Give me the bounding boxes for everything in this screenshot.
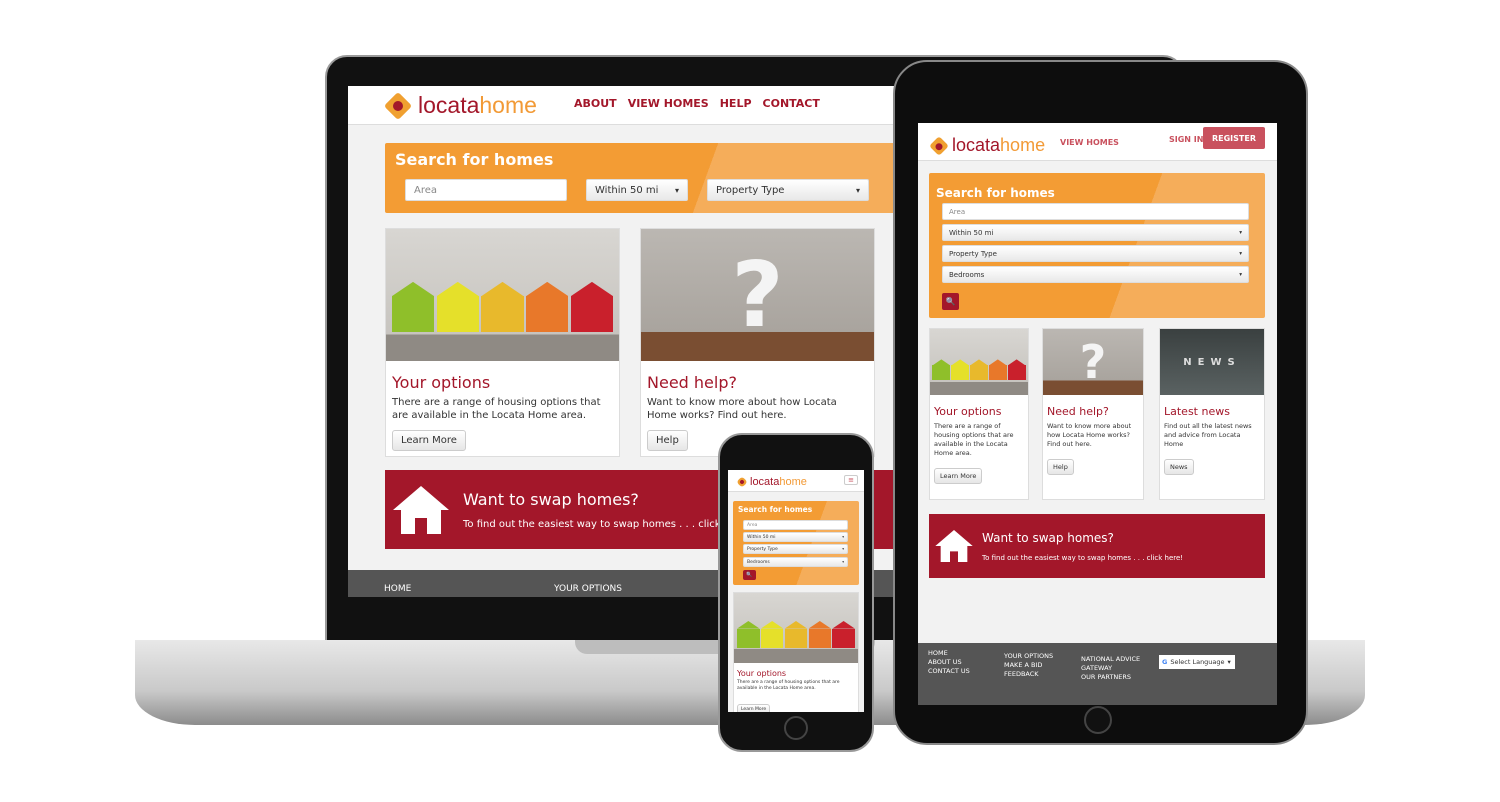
card-title: Need help?	[1047, 405, 1109, 418]
help-button[interactable]: Help	[647, 430, 688, 451]
area-input[interactable]: Area	[405, 179, 567, 201]
search-title: Search for homes	[936, 186, 1055, 200]
card-text: Want to know more about how Locata Home …	[1047, 422, 1132, 448]
footer-link[interactable]: NATIONAL ADVICE	[1081, 655, 1140, 664]
logo[interactable]: locatahome	[929, 135, 1045, 156]
footer-link[interactable]: HOME	[928, 649, 970, 658]
chevron-down-icon: ▾	[1227, 657, 1231, 666]
card-your-options: Your options There are a range of housin…	[929, 328, 1029, 500]
area-input[interactable]: Area	[942, 203, 1249, 220]
google-icon: G	[1162, 657, 1168, 666]
card-title: Your options	[934, 405, 1002, 418]
site-header: locatahome ABOUT VIEW HOMES HELP CONTACT	[348, 86, 908, 125]
question-mark-image: ?	[641, 229, 874, 361]
card-text: There are a range of housing options tha…	[392, 397, 601, 421]
home-icon	[393, 485, 449, 534]
sign-in-link[interactable]: SIGN IN	[1169, 135, 1203, 144]
card-text: Find out all the latest news and advice …	[1164, 422, 1252, 448]
banner-title: Want to swap homes?	[982, 530, 1114, 545]
property-type-select[interactable]: Property Type	[942, 245, 1249, 262]
card-title: Need help?	[647, 373, 737, 392]
card-latest-news: NEWS Latest news Find out all the latest…	[1159, 328, 1265, 500]
houses-image	[386, 229, 619, 361]
footer-link[interactable]: CONTACT US	[928, 667, 970, 676]
site-header: locatahome VIEW HOMES SIGN IN REGISTER	[918, 123, 1277, 161]
logo-key-house-icon	[383, 91, 413, 120]
learn-more-button[interactable]: Learn More	[934, 468, 983, 484]
banner-title: Want to swap homes?	[463, 489, 639, 509]
card-title: Latest news	[1164, 405, 1230, 418]
card-need-help: ? Need help? Want to know more about how…	[640, 228, 875, 457]
footer-link[interactable]: GATEWAY	[1081, 664, 1140, 673]
phone-home-button	[784, 716, 808, 740]
search-panel: Search for homes Area Within 50 mi Prope…	[929, 173, 1265, 318]
search-icon: 🔍	[746, 572, 753, 578]
site-header: locatahome ≡	[728, 470, 864, 492]
news-image: NEWS	[1160, 329, 1264, 395]
learn-more-button[interactable]: Learn More	[737, 704, 771, 712]
learn-more-button[interactable]: Learn More	[392, 430, 466, 451]
home-icon	[935, 530, 973, 562]
footer-link[interactable]: YOUR OPTIONS	[1004, 652, 1053, 661]
question-mark-image: ?	[1043, 329, 1143, 395]
nav-about[interactable]: ABOUT	[574, 97, 617, 110]
card-your-options: Your options There are a range of housin…	[385, 228, 620, 457]
help-button[interactable]: Help	[1047, 459, 1074, 475]
footer-col-1: HOME ABOUT US CONTACT US	[928, 649, 970, 676]
houses-image	[734, 593, 858, 663]
distance-select[interactable]: Within 50 mi	[743, 532, 848, 542]
tablet-screen: locatahome VIEW HOMES SIGN IN REGISTER S…	[918, 123, 1277, 705]
search-title: Search for homes	[738, 505, 813, 514]
site-footer: HOME ABOUT US CONTACT US YOUR OPTIONS MAKE …	[918, 643, 1277, 705]
search-button[interactable]: 🔍	[942, 293, 959, 310]
card-need-help: ? Need help? Want to know more about how…	[1042, 328, 1144, 500]
card-text: There are a range of housing options tha…	[934, 422, 1014, 457]
card-title: Your options	[737, 669, 787, 678]
footer-col-2: YOUR OPTIONS MAKE A BID FEEDBACK	[1004, 652, 1053, 679]
search-title: Search for homes	[395, 150, 554, 169]
card-text: There are a range of housing options tha…	[737, 680, 840, 691]
card-title: Your options	[392, 373, 491, 392]
card-text: Want to know more about how Locata Home …	[647, 397, 837, 421]
footer-link-home[interactable]: HOME	[384, 584, 411, 594]
register-button[interactable]: REGISTER	[1203, 127, 1265, 149]
logo-key-house-icon	[929, 135, 949, 156]
distance-select[interactable]: Within 50 mi	[586, 179, 688, 201]
logo-key-house-icon	[736, 476, 748, 488]
distance-select[interactable]: Within 50 mi	[942, 224, 1249, 241]
footer-col-3: NATIONAL ADVICE GATEWAY OUR PARTNERS	[1081, 655, 1140, 682]
footer-link-your-options[interactable]: YOUR OPTIONS	[554, 584, 622, 594]
footer-link[interactable]: MAKE A BID	[1004, 661, 1053, 670]
bedrooms-select[interactable]: Bedrooms	[743, 557, 848, 567]
houses-image	[930, 329, 1028, 395]
area-input[interactable]: Area	[743, 520, 848, 530]
tablet-home-button	[1084, 706, 1112, 734]
search-panel: Search for homes Area Within 50 mi Prope…	[385, 143, 908, 213]
bedrooms-select[interactable]: Bedrooms	[942, 266, 1249, 283]
property-type-select[interactable]: Property Type	[707, 179, 869, 201]
nav-view-homes[interactable]: VIEW HOMES	[1060, 138, 1119, 147]
search-icon: 🔍	[945, 297, 956, 306]
footer-link[interactable]: ABOUT US	[928, 658, 970, 667]
banner-link[interactable]: To find out the easiest way to swap home…	[463, 519, 750, 530]
language-select[interactable]: G Select Language ▾	[1159, 655, 1235, 669]
card-your-options: Your options There are a range of housin…	[733, 592, 859, 712]
banner-link[interactable]: To find out the easiest way to swap home…	[982, 554, 1183, 562]
nav-contact[interactable]: CONTACT	[763, 97, 820, 110]
main-nav: ABOUT VIEW HOMES HELP CONTACT	[574, 97, 820, 110]
logo[interactable]: locatahome	[383, 91, 537, 120]
footer-link[interactable]: OUR PARTNERS	[1081, 673, 1140, 682]
logo[interactable]: locatahome	[736, 476, 807, 488]
nav-help[interactable]: HELP	[720, 97, 752, 110]
footer-link[interactable]: FEEDBACK	[1004, 670, 1053, 679]
nav-view-homes[interactable]: VIEW HOMES	[628, 97, 709, 110]
hamburger-menu-icon[interactable]: ≡	[844, 475, 858, 485]
swap-homes-banner[interactable]: Want to swap homes? To find out the easi…	[929, 514, 1265, 578]
phone-screen: locatahome ≡ Search for homes Area Withi…	[728, 470, 864, 712]
search-panel: Search for homes Area Within 50 mi Prope…	[733, 501, 859, 585]
search-button[interactable]: 🔍	[743, 570, 756, 580]
property-type-select[interactable]: Property Type	[743, 544, 848, 554]
news-button[interactable]: News	[1164, 459, 1194, 475]
